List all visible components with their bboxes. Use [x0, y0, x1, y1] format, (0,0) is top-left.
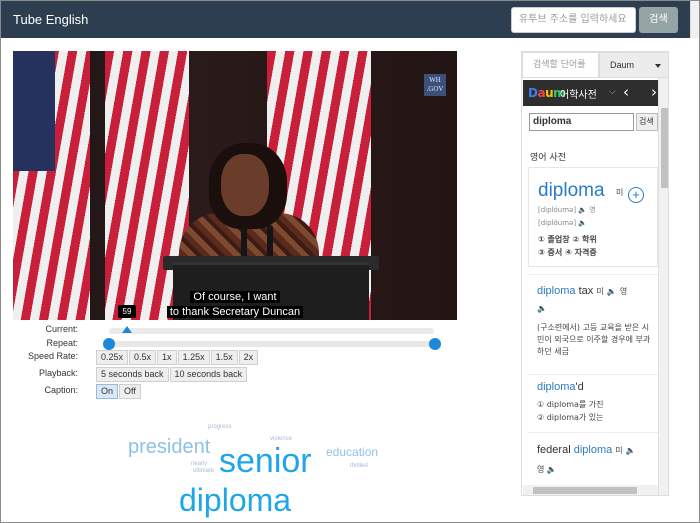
top-navbar: Tube English 유투브 주소를 입력하세요 검색	[1, 1, 699, 38]
word-thrilled[interactable]: thrilled	[350, 463, 368, 469]
repeat-slider[interactable]	[109, 341, 434, 347]
caption-line-1: Of course, I want	[190, 291, 280, 303]
playback-buttons: 5 seconds back 10 seconds back	[96, 367, 248, 382]
word-education[interactable]: education	[326, 445, 378, 459]
speaker-face	[221, 154, 269, 216]
entry-4-word[interactable]: diploma	[574, 444, 613, 456]
entry-federal-diploma[interactable]: federal diploma 미 🔈 영 🔈	[528, 432, 658, 487]
entry-3-rest: 'd	[575, 381, 584, 393]
entry-2-word[interactable]: diploma	[537, 285, 576, 297]
repeat-start-handle[interactable]	[103, 338, 115, 350]
main-entry-suffix: 미	[616, 188, 624, 197]
meaning-line-1: ① 졸업장 ② 학위	[538, 235, 597, 244]
dictionary-provider-select[interactable]: Daum	[599, 52, 668, 78]
repeat-label: Repeat:	[46, 338, 78, 348]
pronunciation-1-tag: 영	[589, 206, 596, 214]
entry-4-tag-2: 영	[537, 465, 545, 474]
daum-search-input[interactable]: diploma	[529, 113, 634, 131]
speed-rate-label: Speed Rate:	[27, 351, 78, 361]
word-progress[interactable]: progress	[208, 424, 231, 430]
speaker-icon[interactable]: 🔈	[578, 219, 587, 227]
back-arrow-icon[interactable]: ‹	[623, 83, 629, 101]
english-dictionary-section-title: 영어 사전	[530, 153, 566, 163]
entry-4-prefix: federal	[537, 444, 571, 456]
speaker-icon[interactable]: 🔈	[537, 304, 547, 313]
playback-label: Playback:	[38, 368, 78, 378]
speaker-icon[interactable]: 🔈	[607, 287, 617, 296]
speed-1-25x-button[interactable]: 1.25x	[177, 350, 210, 365]
word-president[interactable]: president	[128, 436, 210, 459]
entry-diploma-d[interactable]: diploma'd ① diploma를 가진 ② diploma가 있는	[528, 374, 658, 429]
caption-on-button[interactable]: On	[96, 384, 119, 399]
speed-1-5x-button[interactable]: 1.5x	[210, 350, 238, 365]
horizontal-scroll-thumb[interactable]	[533, 487, 637, 494]
current-slider-handle[interactable]	[122, 326, 132, 333]
url-search-button[interactable]: 검색	[639, 7, 678, 33]
speaker-icon[interactable]: 🔈	[547, 465, 557, 474]
entry-3-line-2: ② diploma가 있는	[537, 413, 604, 422]
dictionary-vertical-scrollbar[interactable]	[658, 78, 668, 495]
entry-2-tag-2: 영	[619, 287, 628, 296]
dictionary-panel: 검색할 단어를 Daum Daum 어학사전 ⌵ ‹ › diploma 검색 …	[521, 51, 669, 496]
current-label: Current:	[45, 324, 78, 334]
caption-off-button[interactable]: Off	[119, 384, 141, 399]
entry-3-word[interactable]: diploma	[537, 381, 576, 393]
pronunciation-2: [diplóumə]	[538, 219, 577, 227]
caption-toggle: On Off	[96, 384, 142, 399]
current-time-tooltip: 59	[118, 305, 136, 318]
speed-0-25x-button[interactable]: 0.25x	[96, 350, 129, 365]
dictionary-provider-value: Daum	[610, 60, 635, 70]
repeat-end-handle[interactable]	[429, 338, 441, 350]
speed-2x-button[interactable]: 2x	[238, 350, 259, 365]
caption-line-2: to thank Secretary Duncan	[166, 306, 304, 318]
chevron-down-icon	[655, 64, 661, 68]
entry-3-line-1: ① diploma를 가진	[537, 400, 604, 409]
entry-2-tag: 미	[596, 287, 604, 296]
app-title[interactable]: Tube English	[13, 12, 88, 27]
word-ultimate[interactable]: ultimate	[193, 468, 214, 474]
current-slider[interactable]	[109, 328, 434, 334]
speed-1x-button[interactable]: 1x	[157, 350, 177, 365]
dictionary-word-input[interactable]: 검색할 단어를	[522, 52, 599, 78]
speed-0-5x-button[interactable]: 0.5x	[129, 350, 157, 365]
app-window: Tube English 유투브 주소를 입력하세요 검색 WH .GOV Of…	[0, 0, 700, 523]
speed-rate-buttons: 0.25x 0.5x 1x 1.25x 1.5x 2x	[96, 350, 259, 365]
whitehouse-logo: WH .GOV	[424, 74, 446, 96]
back-5-seconds-button[interactable]: 5 seconds back	[96, 367, 169, 382]
window-scrollbar[interactable]	[690, 1, 699, 38]
pronunciation-1: [diplóumə]	[538, 206, 577, 214]
word-nearly[interactable]: nearly	[191, 461, 207, 467]
entry-diploma-tax[interactable]: diploma tax 미 🔈 영 🔈 (구소련에서) 고등 교육을 받은 시민…	[528, 274, 658, 374]
entry-4-tag: 미	[615, 446, 623, 455]
speaker-icon[interactable]: 🔈	[578, 206, 587, 214]
daum-dictionary-title[interactable]: 어학사전	[560, 86, 597, 101]
word-diploma[interactable]: diploma	[179, 482, 291, 519]
vertical-scroll-thumb[interactable]	[661, 108, 668, 188]
forward-arrow-icon[interactable]: ›	[651, 83, 657, 101]
caption-label: Caption:	[44, 385, 78, 395]
daum-header: Daum 어학사전 ⌵ ‹ ›	[523, 80, 659, 106]
flag-left	[13, 51, 90, 320]
add-word-icon[interactable]: +	[628, 187, 644, 203]
back-10-seconds-button[interactable]: 10 seconds back	[169, 367, 248, 382]
speaker-icon[interactable]: 🔈	[626, 446, 636, 455]
daum-search-button[interactable]: 검색	[636, 113, 658, 131]
main-entry-word[interactable]: diploma	[538, 180, 605, 202]
video-player[interactable]: WH .GOV Of course, I want to thank Secre…	[13, 51, 457, 320]
video-caption: Of course, I want to thank Secretary Dun…	[13, 290, 457, 320]
main-entry-card: diploma 미 + [diplóumə] 🔈 영 [diplóumə] 🔈 …	[528, 167, 658, 267]
youtube-url-input[interactable]: 유투브 주소를 입력하세요	[511, 7, 636, 33]
entry-2-definition: (구소련에서) 고등 교육을 받은 시민이 외국으로 이주할 경우에 부과하던 …	[537, 323, 651, 356]
dictionary-horizontal-scrollbar[interactable]	[523, 485, 658, 495]
word-senior[interactable]: senior	[219, 442, 312, 481]
entry-2-rest: tax	[578, 285, 594, 297]
dropdown-arrow-icon[interactable]: ⌵	[609, 86, 616, 97]
meaning-line-2: ③ 증서 ④ 자격증	[538, 248, 597, 257]
